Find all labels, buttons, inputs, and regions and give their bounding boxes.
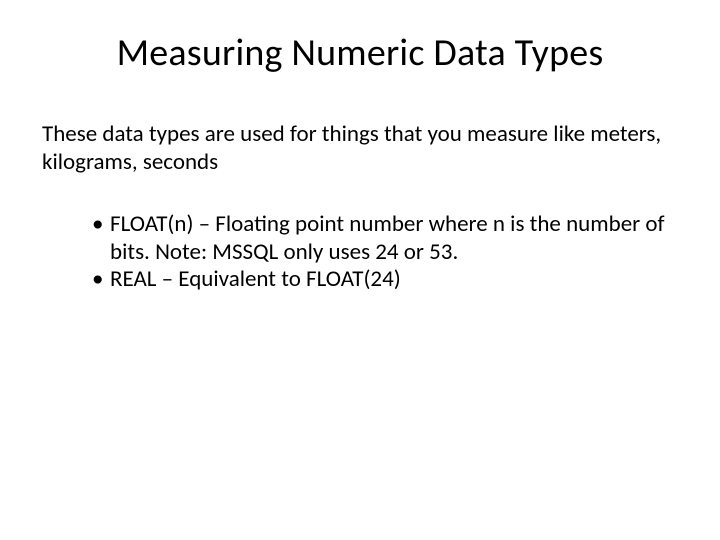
intro-text: These data types are used for things tha… — [40, 121, 680, 176]
list-item: FLOAT(n) – Floating point number where n… — [92, 211, 680, 266]
slide: Measuring Numeric Data Types These data … — [0, 0, 720, 540]
bullet-list: FLOAT(n) – Floating point number where n… — [40, 211, 680, 294]
list-item: REAL – Equivalent to FLOAT(24) — [92, 266, 680, 294]
slide-title: Measuring Numeric Data Types — [40, 30, 680, 76]
